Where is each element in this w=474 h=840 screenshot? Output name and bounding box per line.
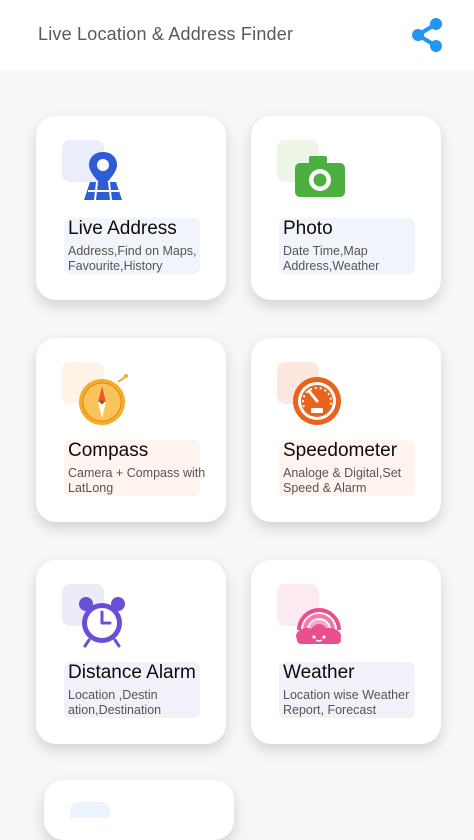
share-icon	[412, 18, 442, 52]
card-description: Analoge & Digital,Set Speed & Alarm	[283, 466, 402, 495]
speedometer-card[interactable]: Speedometer Analoge & Digital,Set Speed …	[251, 338, 441, 522]
card-title: Distance Alarm	[68, 662, 196, 683]
distance-alarm-card[interactable]: Distance Alarm Location ,Destin ation,De…	[36, 560, 226, 744]
app-title: Live Location & Address Finder	[38, 24, 294, 44]
card-description: Location ,Destin ation,Destination	[68, 688, 162, 717]
card-title: Weather	[283, 662, 355, 683]
next-card-partial[interactable]	[44, 780, 234, 840]
feature-grid: Live Address Address,Find on Maps, Favou…	[0, 70, 474, 840]
card-title: Live Address	[68, 218, 177, 239]
weather-rainbow-icon	[296, 608, 341, 644]
live-address-card[interactable]: Live Address Address,Find on Maps, Favou…	[36, 116, 226, 300]
card-icon-tint	[70, 802, 110, 818]
compass-card[interactable]: Compass Camera + Compass with LatLong	[36, 338, 226, 522]
card-title: Speedometer	[283, 440, 398, 461]
card-description: Date Time,Map Address,Weather	[283, 244, 380, 273]
alarm-clock-icon	[79, 597, 125, 648]
map-pin-icon	[84, 152, 122, 201]
card-title: Compass	[68, 440, 149, 461]
card-description: Camera + Compass with LatLong	[68, 466, 206, 495]
share-button[interactable]	[404, 12, 450, 58]
app-bar: Live Location & Address Finder	[0, 0, 474, 70]
photo-card[interactable]: Photo Date Time,Map Address,Weather	[251, 116, 441, 300]
compass-icon	[79, 374, 128, 425]
card-description: Address,Find on Maps, Favourite,History	[68, 244, 197, 273]
speedometer-icon	[293, 377, 341, 425]
card-title: Photo	[283, 218, 333, 239]
card-description: Location wise Weather Report, Forecast	[283, 688, 410, 717]
camera-icon	[295, 156, 345, 197]
weather-card[interactable]: Weather Location wise Weather Report, Fo…	[251, 560, 441, 744]
